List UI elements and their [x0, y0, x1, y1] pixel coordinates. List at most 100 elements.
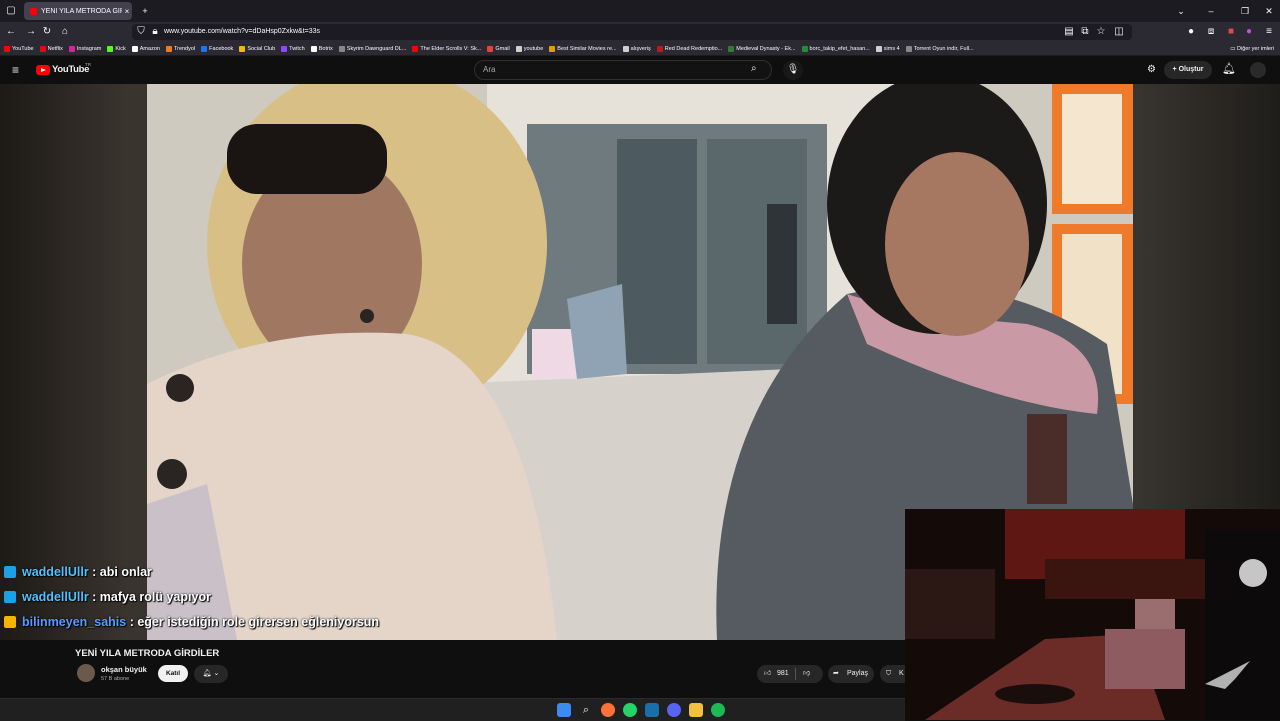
bookmark-favicon-icon [281, 45, 288, 52]
bookmark-item[interactable]: Botrix [310, 45, 333, 52]
reader-view-icon[interactable]: ▤ [1062, 25, 1076, 39]
chat-message: bilinmeyen_sahis : eğer istediğin role g… [4, 615, 379, 629]
bookmark-item[interactable]: Instagram [68, 45, 101, 52]
extensions-icon[interactable]: ⧈ [1204, 25, 1218, 39]
profile-icon[interactable]: ● [1242, 25, 1256, 39]
avatar[interactable] [1250, 62, 1266, 78]
url-text[interactable]: www.youtube.com/watch?v=dDaHsp0Zxkw&t=33… [164, 24, 320, 40]
share-button[interactable]: ➦ Paylaş [828, 665, 874, 683]
bookmark-item[interactable]: sims 4 [875, 45, 900, 52]
maximize-icon[interactable]: ❐ [1238, 4, 1252, 18]
channel-name[interactable]: okşan büyük [101, 665, 147, 674]
discord-icon[interactable] [667, 703, 681, 717]
bookmark-favicon-icon [905, 45, 912, 52]
platform-badge-icon [4, 591, 16, 603]
other-bookmarks[interactable]: ▭ Diğer yer imleri [1230, 42, 1274, 56]
shield-icon[interactable]: ⛉ [134, 25, 148, 39]
bookmark-favicon-icon [39, 45, 46, 52]
bookmark-item[interactable]: Medieval Dynasty - Ek... [728, 45, 796, 52]
reload-icon[interactable]: ↻ [40, 25, 54, 39]
notifications-bell-icon[interactable]: 🔔︎ [1222, 62, 1236, 75]
file-explorer-icon[interactable] [689, 703, 703, 717]
bookmark-label: Twitch [289, 45, 305, 52]
tab-title: YENİ YILA METRODA GİRDİLER [41, 7, 122, 15]
bookmark-item[interactable]: Amazon [131, 45, 160, 52]
search-icon[interactable]: ⌕ [751, 63, 757, 74]
search-icon[interactable]: ⌕ [579, 703, 593, 717]
platform-badge-icon [4, 566, 16, 578]
like-count[interactable]: 981 [777, 665, 789, 683]
bookmark-item[interactable]: Skyrim Dawnguard DL... [338, 45, 406, 52]
thumbs-down-icon[interactable]: 👎︎ [803, 665, 810, 683]
youtube-logo-text[interactable]: YouTube [52, 64, 89, 75]
bookmark-item[interactable]: Social Club [239, 45, 275, 52]
address-bar[interactable]: ⛉ 🔒︎ www.youtube.com/watch?v=dDaHsp0Zxkw… [132, 24, 1132, 40]
bookmark-item[interactable]: Best Similar Movies re... [549, 45, 617, 52]
extension-icon[interactable]: ■ [1224, 25, 1238, 39]
search-input[interactable]: Ara [483, 61, 495, 79]
firefox-icon[interactable] [601, 703, 615, 717]
bookmark-item[interactable]: youtube [515, 45, 543, 52]
account-icon[interactable]: ● [1184, 25, 1198, 39]
minimize-icon[interactable]: – [1204, 4, 1218, 18]
create-button[interactable]: + Oluştur [1164, 61, 1212, 79]
chat-separator: : [88, 590, 100, 604]
crown-badge-icon [4, 616, 16, 628]
bookmark-star-icon[interactable]: ☆ [1094, 25, 1108, 39]
bookmark-item[interactable]: YouTube [4, 45, 34, 52]
whatsapp-icon[interactable] [623, 703, 637, 717]
microphone-icon[interactable]: 🎙︎ [783, 60, 803, 80]
bookmark-favicon-icon [622, 45, 629, 52]
bookmark-item[interactable]: Kick [107, 45, 126, 52]
bookmark-item[interactable]: Torrent Oyun indir, Full... [905, 45, 974, 52]
home-icon[interactable]: ⌂ [58, 25, 72, 39]
translate-icon[interactable]: ⧉ [1078, 25, 1092, 39]
bookmark-favicon-icon [131, 45, 138, 52]
tab-list-icon[interactable]: ▢ [4, 4, 18, 18]
new-tab-button[interactable]: + [138, 4, 152, 18]
tab-close-icon[interactable]: × [122, 7, 132, 16]
spotify-icon[interactable] [711, 703, 725, 717]
bookmark-label: Amazon [139, 45, 160, 52]
chat-text: mafya rolü yapıyor [99, 590, 211, 604]
bookmark-item[interactable]: Facebook [201, 45, 233, 52]
screenshot-icon[interactable]: ◫ [1112, 25, 1126, 39]
search-box[interactable]: Ara ⌕ [474, 60, 772, 80]
webcam-frame [905, 509, 1280, 720]
chat-message: waddellUllr : mafya rolü yapıyor [4, 590, 211, 604]
subscribed-button[interactable]: 🔔︎ ⌄ [194, 665, 228, 683]
menu-icon[interactable]: ≡ [1262, 25, 1276, 39]
back-icon[interactable]: ← [4, 25, 18, 39]
start-icon[interactable] [557, 703, 571, 717]
share-icon: ➦ [833, 670, 839, 677]
bookmark-item[interactable]: Netflix [39, 45, 63, 52]
bookmark-favicon-icon [107, 45, 114, 52]
bookmark-item[interactable]: alışveriş [622, 45, 651, 52]
cast-icon[interactable]: ⚙ [1147, 64, 1156, 75]
list-all-tabs-icon[interactable]: ⌄ [1174, 4, 1188, 18]
bookmark-item[interactable]: Trendyol [165, 45, 195, 52]
join-button[interactable]: Katıl [158, 665, 188, 682]
bookmark-favicon-icon [338, 45, 345, 52]
thumbs-up-icon[interactable]: 👍︎ [764, 665, 771, 683]
bookmark-favicon-icon [68, 45, 75, 52]
bookmark-item[interactable]: Red Dead Redemptio... [656, 45, 722, 52]
webcam-overlay [905, 509, 1280, 720]
youtube-logo-icon[interactable] [36, 65, 50, 75]
steam-icon[interactable] [645, 703, 659, 717]
hamburger-menu-icon[interactable]: ≡ [12, 63, 19, 77]
forward-icon[interactable]: → [24, 25, 38, 39]
channel-avatar[interactable] [77, 664, 95, 682]
close-window-icon[interactable]: ✕ [1262, 4, 1276, 18]
bookmark-item[interactable]: Gmail [487, 45, 510, 52]
bookmark-item[interactable]: The Elder Scrolls V: Sk... [412, 45, 481, 52]
bookmark-item[interactable]: borc_takip_efet_hasan... [801, 45, 870, 52]
bookmark-label: YouTube [12, 45, 34, 52]
tab-active[interactable]: YENİ YILA METRODA GİRDİLER × [24, 2, 132, 20]
folder-icon: ▭ [1230, 46, 1238, 52]
chat-message: waddellUllr : abi onlar [4, 565, 152, 579]
lock-icon: 🔒︎ [152, 26, 158, 37]
bookmark-item[interactable]: Twitch [281, 45, 305, 52]
bookmark-favicon-icon [656, 45, 663, 52]
other-bookmarks-label: Diğer yer imleri [1237, 46, 1274, 52]
